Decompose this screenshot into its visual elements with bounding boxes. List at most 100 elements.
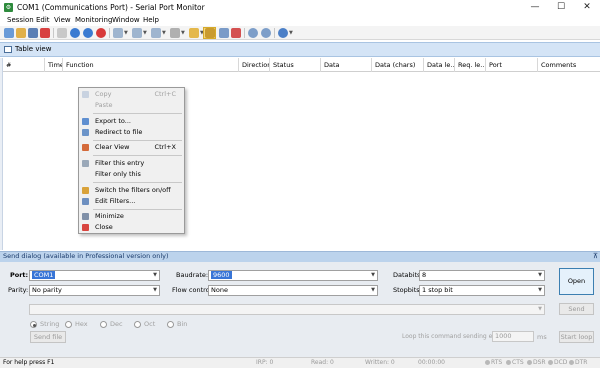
column-header-data-length[interactable]: Data le... bbox=[424, 58, 455, 72]
menu-view[interactable]: View bbox=[51, 15, 74, 26]
dtr-label: DTR bbox=[575, 359, 588, 366]
chevron-down-icon[interactable]: ▼ bbox=[181, 30, 185, 36]
chevron-down-icon[interactable]: ▼ bbox=[143, 30, 147, 36]
column-header-time[interactable]: Time bbox=[45, 58, 63, 72]
layout-icon[interactable] bbox=[132, 28, 142, 38]
context-menu-close[interactable]: Close bbox=[79, 222, 184, 233]
column-header-data[interactable]: Data bbox=[321, 58, 372, 72]
send-button[interactable]: Send bbox=[559, 303, 594, 315]
stopbits-value: 1 stop bit bbox=[422, 286, 453, 294]
databits-value: 8 bbox=[422, 271, 427, 279]
chevron-down-icon[interactable]: ▼ bbox=[124, 30, 128, 36]
minimize-icon bbox=[82, 213, 89, 220]
context-menu-paste[interactable]: Paste bbox=[79, 100, 184, 111]
chevron-down-icon[interactable]: ▼ bbox=[162, 30, 166, 36]
databits-select[interactable]: 8 ▼ bbox=[419, 270, 545, 281]
start-loop-button[interactable]: Start loop bbox=[559, 331, 594, 343]
format-oct-radio[interactable] bbox=[134, 321, 141, 328]
column-header-direction[interactable]: Direction bbox=[239, 58, 270, 72]
baudrate-label: Baudrate: bbox=[176, 271, 209, 279]
cts-indicator-icon bbox=[506, 360, 511, 365]
edit-filters-icon bbox=[82, 198, 89, 205]
toolbar-separator bbox=[109, 28, 110, 38]
menu-window[interactable]: Window bbox=[109, 15, 143, 26]
loop-label: Loop this command sending every bbox=[402, 333, 506, 340]
chevron-down-icon: ▼ bbox=[538, 272, 542, 278]
port-select[interactable]: COM1 ▼ bbox=[29, 270, 160, 281]
column-header-index[interactable]: # bbox=[3, 58, 45, 72]
status-help-text: For help press F1 bbox=[3, 359, 55, 366]
send-dialog-title: Send dialog (available in Professional v… bbox=[3, 252, 169, 260]
view-icon[interactable] bbox=[113, 28, 123, 38]
parity-label: Parity: bbox=[8, 286, 29, 294]
stop-monitoring-icon[interactable] bbox=[96, 28, 106, 38]
port-label: Port: bbox=[10, 271, 29, 279]
redirect-icon bbox=[82, 129, 89, 136]
find-next-icon[interactable] bbox=[261, 28, 271, 38]
context-menu-clear-view[interactable]: Clear View Ctrl+X bbox=[79, 142, 184, 153]
table-view-header bbox=[0, 42, 600, 57]
minimize-window-button[interactable]: — bbox=[522, 0, 548, 15]
maximize-window-button[interactable]: ☐ bbox=[548, 0, 574, 15]
format-string-radio[interactable] bbox=[30, 321, 37, 328]
record-icon[interactable] bbox=[57, 28, 67, 38]
close-window-button[interactable]: ✕ bbox=[574, 0, 600, 15]
column-header-comments[interactable]: Comments bbox=[538, 58, 600, 72]
menu-edit[interactable]: Edit bbox=[33, 15, 53, 26]
format-dec-label: Dec bbox=[110, 320, 123, 328]
menu-session[interactable]: Session bbox=[4, 15, 37, 26]
window-title: COM1 (Communications Port) - Serial Port… bbox=[17, 3, 205, 12]
filter-icon[interactable] bbox=[205, 28, 215, 38]
chevron-down-icon[interactable]: ▼ bbox=[289, 30, 293, 36]
send-data-input[interactable]: ▼ bbox=[29, 304, 545, 315]
flow-control-select[interactable]: None ▼ bbox=[208, 285, 378, 296]
context-menu-switch-filters[interactable]: Switch the filters on/off bbox=[79, 185, 184, 196]
export-icon[interactable] bbox=[170, 28, 180, 38]
start-monitoring-icon[interactable] bbox=[70, 28, 80, 38]
filter-settings-icon[interactable] bbox=[219, 28, 229, 38]
filter-icon bbox=[82, 160, 89, 167]
pin-icon[interactable]: ⊼ bbox=[593, 251, 598, 261]
menu-help[interactable]: Help bbox=[140, 15, 162, 26]
column-header-request-length[interactable]: Req. le... bbox=[455, 58, 486, 72]
context-menu-separator bbox=[93, 113, 182, 114]
context-menu-minimize[interactable]: Minimize bbox=[79, 211, 184, 222]
baudrate-select[interactable]: 9600 ▼ bbox=[208, 270, 378, 281]
context-menu-filter-this-entry[interactable]: Filter this entry bbox=[79, 158, 184, 169]
new-session-icon[interactable] bbox=[4, 28, 14, 38]
help-icon[interactable] bbox=[278, 28, 288, 38]
context-menu-export[interactable]: Export to... bbox=[79, 116, 184, 127]
clear-view-icon bbox=[82, 144, 89, 151]
close-session-icon[interactable] bbox=[40, 28, 50, 38]
search-icon[interactable] bbox=[248, 28, 258, 38]
parity-value: No parity bbox=[32, 286, 62, 294]
chevron-down-icon: ▼ bbox=[371, 272, 375, 278]
pause-monitoring-icon[interactable] bbox=[83, 28, 93, 38]
stopbits-select[interactable]: 1 stop bit ▼ bbox=[419, 285, 545, 296]
context-menu-redirect-to-file[interactable]: Redirect to file bbox=[79, 127, 184, 138]
dsr-label: DSR bbox=[533, 359, 546, 366]
open-button[interactable]: Open bbox=[559, 268, 594, 295]
column-header-status[interactable]: Status bbox=[270, 58, 321, 72]
panel-icon[interactable] bbox=[151, 28, 161, 38]
context-menu-edit-filters[interactable]: Edit Filters... bbox=[79, 196, 184, 207]
column-header-function[interactable]: Function bbox=[63, 58, 239, 72]
column-header-port[interactable]: Port bbox=[486, 58, 538, 72]
context-menu-separator bbox=[93, 209, 182, 210]
format-dec-radio[interactable] bbox=[100, 321, 107, 328]
loop-interval-input[interactable]: 1000 bbox=[492, 331, 534, 342]
format-string-label: String bbox=[40, 320, 60, 328]
clear-filter-icon[interactable] bbox=[231, 28, 241, 38]
format-hex-radio[interactable] bbox=[65, 321, 72, 328]
format-bin-radio[interactable] bbox=[167, 321, 174, 328]
column-header-data-chars[interactable]: Data (chars) bbox=[372, 58, 424, 72]
flow-control-value: None bbox=[211, 286, 228, 294]
context-menu-filter-only-this[interactable]: Filter only this bbox=[79, 169, 184, 180]
send-file-button[interactable]: Send file bbox=[30, 331, 66, 343]
parity-select[interactable]: No parity ▼ bbox=[29, 285, 160, 296]
format-hex-label: Hex bbox=[75, 320, 88, 328]
save-session-icon[interactable] bbox=[28, 28, 38, 38]
open-folder-icon[interactable] bbox=[189, 28, 199, 38]
context-menu-copy[interactable]: Copy Ctrl+C bbox=[79, 89, 184, 100]
open-session-icon[interactable] bbox=[16, 28, 26, 38]
